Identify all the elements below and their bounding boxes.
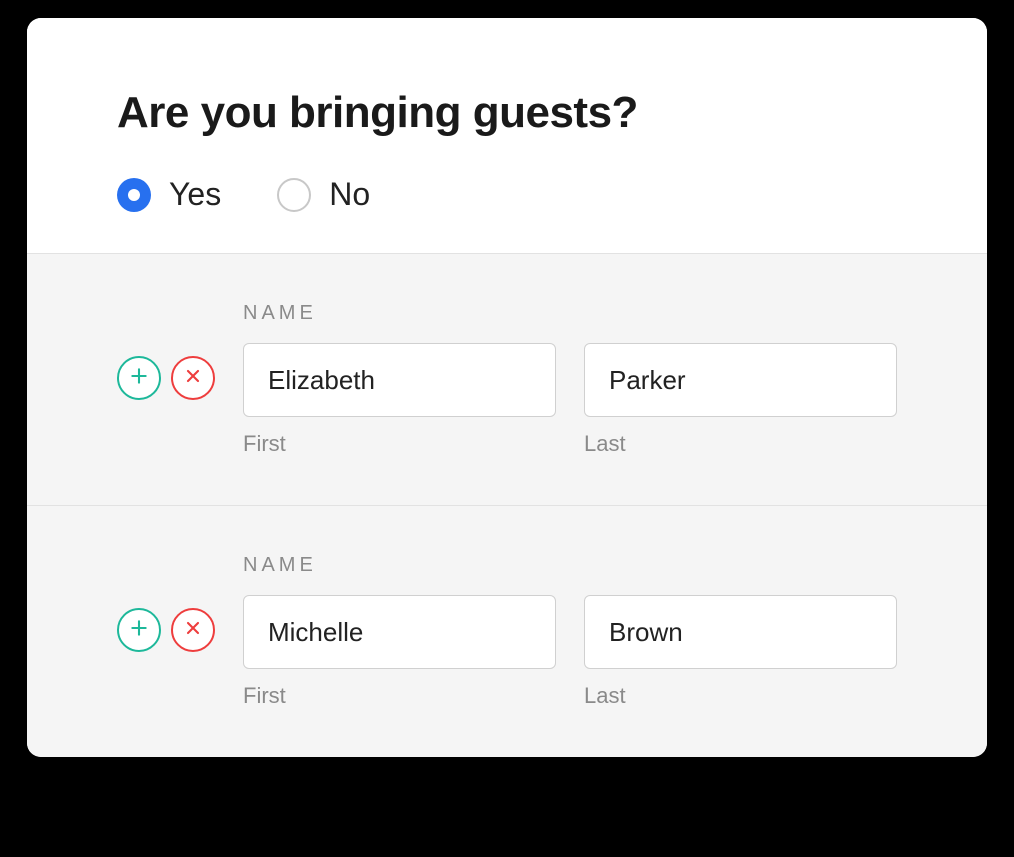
form-card: Are you bringing guests? Yes No [27, 18, 987, 757]
first-name-input[interactable] [243, 343, 556, 417]
radio-option-no[interactable]: No [277, 176, 370, 213]
guest-row: NAME First Last [27, 254, 987, 506]
add-guest-button[interactable] [117, 608, 161, 652]
close-icon [183, 618, 203, 643]
radio-option-yes[interactable]: Yes [117, 176, 221, 213]
guest-row: NAME First Last [27, 506, 987, 757]
plus-icon [129, 366, 149, 391]
radio-unselected-icon [277, 178, 311, 212]
close-icon [183, 366, 203, 391]
first-name-input[interactable] [243, 595, 556, 669]
radio-label-yes: Yes [169, 176, 221, 213]
guests-section: NAME First Last [27, 253, 987, 757]
question-title: Are you bringing guests? [117, 88, 897, 138]
row-actions [117, 302, 215, 400]
radio-label-no: No [329, 176, 370, 213]
radio-group: Yes No [117, 176, 897, 213]
last-name-input[interactable] [584, 595, 897, 669]
remove-guest-button[interactable] [171, 608, 215, 652]
radio-selected-icon [117, 178, 151, 212]
last-name-label: Last [584, 431, 897, 457]
last-name-input[interactable] [584, 343, 897, 417]
last-name-label: Last [584, 683, 897, 709]
row-actions [117, 554, 215, 652]
remove-guest-button[interactable] [171, 356, 215, 400]
name-fields: NAME First Last [243, 554, 897, 709]
first-name-label: First [243, 431, 556, 457]
add-guest-button[interactable] [117, 356, 161, 400]
first-name-label: First [243, 683, 556, 709]
form-header: Are you bringing guests? Yes No [27, 18, 987, 253]
plus-icon [129, 618, 149, 643]
name-group-label: NAME [243, 302, 897, 325]
name-group-label: NAME [243, 554, 897, 577]
name-fields: NAME First Last [243, 302, 897, 457]
